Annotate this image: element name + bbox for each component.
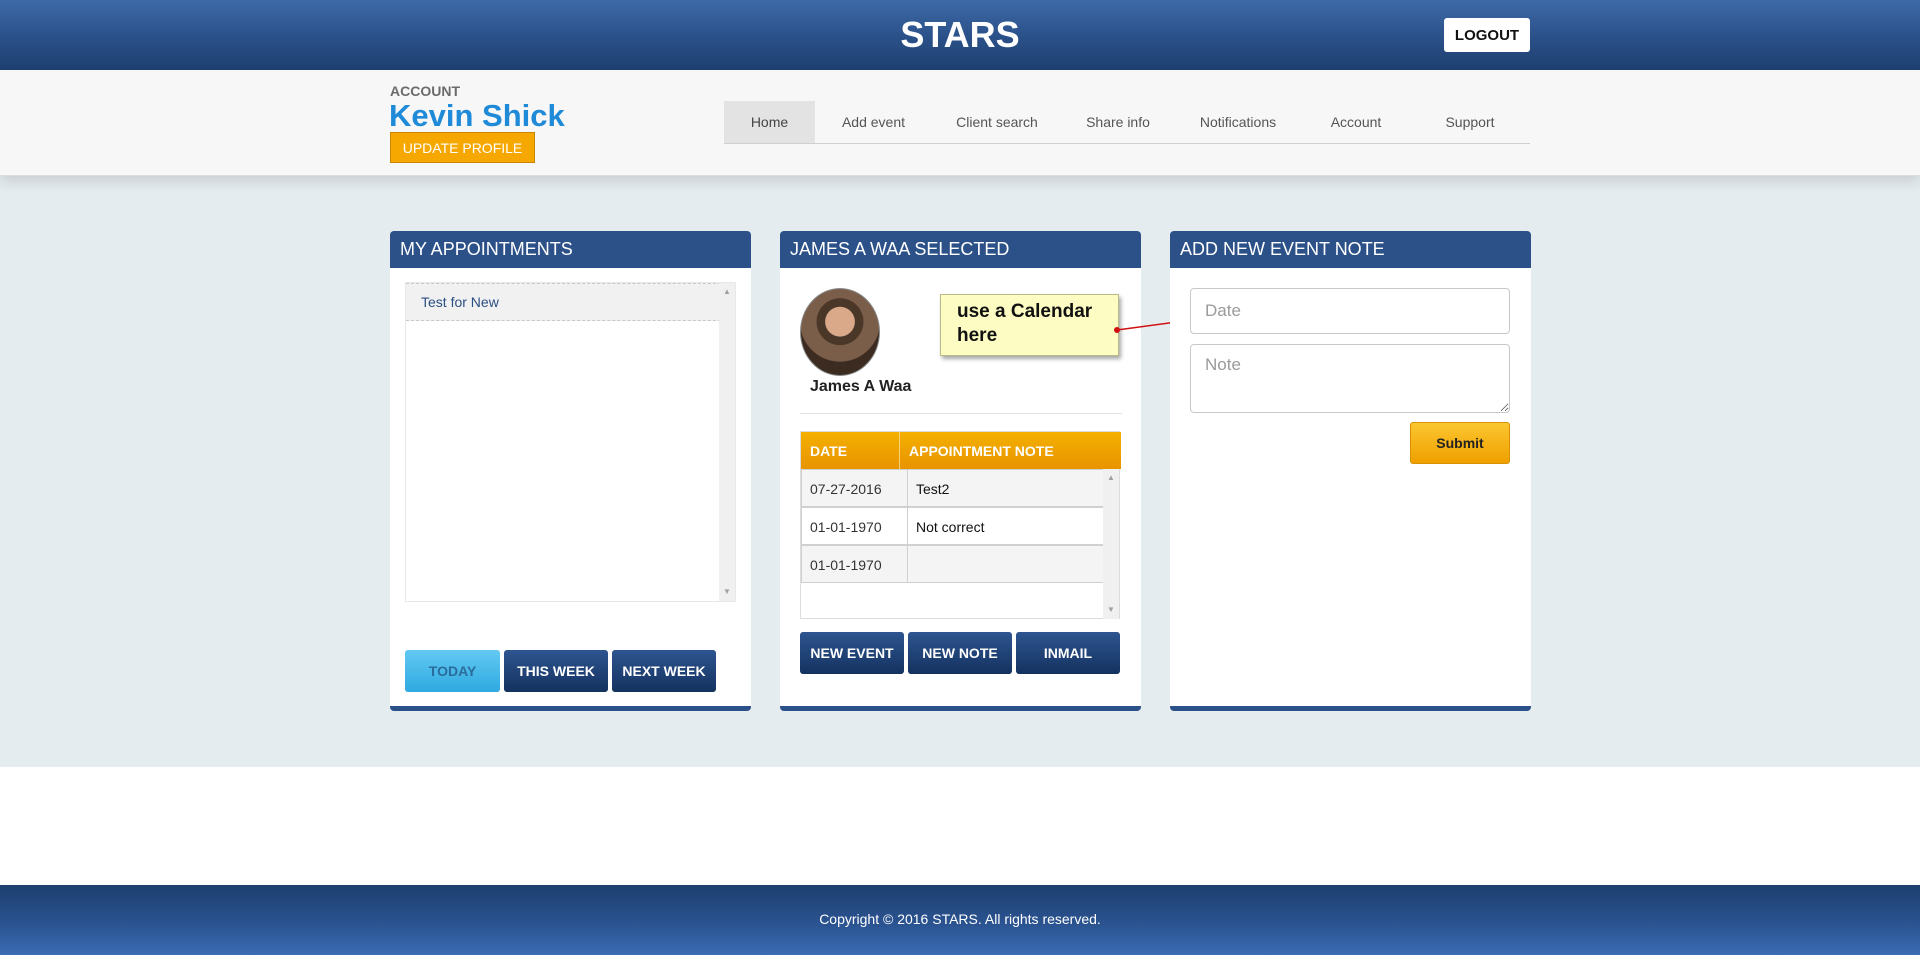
new-note-button[interactable]: NEW NOTE bbox=[908, 632, 1012, 674]
table-row[interactable]: 01-01-1970 bbox=[801, 545, 1104, 583]
appointment-notes-table: DATE APPOINTMENT NOTE 07-27-2016 Test2 0… bbox=[800, 431, 1121, 619]
main-content: MY APPOINTMENTS Test for New ▲ ▼ TODAY T… bbox=[0, 176, 1920, 767]
main-nav: Home Add event Client search Share info … bbox=[724, 101, 1530, 144]
appointments-list[interactable]: Test for New ▲ ▼ bbox=[405, 282, 736, 602]
nav-support[interactable]: Support bbox=[1410, 101, 1530, 143]
new-event-button[interactable]: NEW EVENT bbox=[800, 632, 904, 674]
copyright-text: Copyright © 2016 STARS. All rights reser… bbox=[819, 911, 1101, 927]
account-name: Kevin Shick bbox=[389, 98, 565, 133]
table-row[interactable]: 01-01-1970 Not correct bbox=[801, 507, 1104, 545]
appointment-item[interactable]: Test for New bbox=[406, 283, 721, 321]
row-note bbox=[908, 546, 1103, 582]
nav-account[interactable]: Account bbox=[1302, 101, 1410, 143]
event-note-panel: ADD NEW EVENT NOTE Submit bbox=[1170, 231, 1531, 711]
date-input[interactable] bbox=[1190, 288, 1510, 334]
scroll-down-icon[interactable]: ▼ bbox=[719, 585, 735, 599]
nav-add-event[interactable]: Add event bbox=[815, 101, 932, 143]
account-header: ACCOUNT Kevin Shick UPDATE PROFILE Home … bbox=[0, 70, 1920, 176]
update-profile-button[interactable]: UPDATE PROFILE bbox=[390, 132, 535, 163]
note-textarea[interactable] bbox=[1190, 344, 1510, 413]
note-column-header[interactable]: APPOINTMENT NOTE bbox=[900, 432, 1070, 469]
event-note-title: ADD NEW EVENT NOTE bbox=[1170, 231, 1531, 268]
footer: Copyright © 2016 STARS. All rights reser… bbox=[0, 885, 1920, 955]
client-name: James A Waa bbox=[810, 378, 912, 395]
selected-client-title: JAMES A WAA SELECTED bbox=[780, 231, 1141, 268]
table-row[interactable]: 07-27-2016 Test2 bbox=[801, 469, 1104, 507]
nav-home[interactable]: Home bbox=[724, 101, 815, 143]
table-scrollbar[interactable]: ▲ ▼ bbox=[1103, 469, 1119, 619]
this-week-button[interactable]: THIS WEEK bbox=[504, 650, 608, 692]
nav-client-search[interactable]: Client search bbox=[932, 101, 1062, 143]
account-label: ACCOUNT bbox=[390, 83, 460, 99]
row-note: Test2 bbox=[916, 481, 950, 497]
next-week-button[interactable]: NEXT WEEK bbox=[612, 650, 716, 692]
app-title: STARS bbox=[900, 14, 1020, 55]
date-column-header[interactable]: DATE bbox=[801, 432, 900, 469]
annotation-callout: use a Calendar here bbox=[940, 294, 1119, 356]
appointments-panel: MY APPOINTMENTS Test for New ▲ ▼ TODAY T… bbox=[390, 231, 751, 711]
appointments-title: MY APPOINTMENTS bbox=[390, 231, 751, 268]
nav-notifications[interactable]: Notifications bbox=[1174, 101, 1302, 143]
logout-button[interactable]: LOGOUT bbox=[1444, 18, 1530, 52]
submit-button[interactable]: Submit bbox=[1410, 422, 1510, 464]
selected-client-panel: JAMES A WAA SELECTED James A Waa use a C… bbox=[780, 231, 1192, 711]
row-date: 01-01-1970 bbox=[802, 546, 908, 582]
row-date: 07-27-2016 bbox=[802, 470, 908, 506]
client-avatar bbox=[800, 288, 880, 376]
row-note: Not correct bbox=[916, 519, 985, 535]
today-button[interactable]: TODAY bbox=[405, 650, 500, 692]
appointments-scrollbar[interactable]: ▲ ▼ bbox=[719, 283, 735, 601]
row-date: 01-01-1970 bbox=[802, 508, 908, 544]
scroll-up-icon[interactable]: ▲ bbox=[719, 285, 735, 299]
top-bar: STARS LOGOUT bbox=[0, 0, 1920, 70]
table-header: DATE APPOINTMENT NOTE bbox=[801, 432, 1121, 469]
nav-share-info[interactable]: Share info bbox=[1062, 101, 1174, 143]
scroll-down-icon[interactable]: ▼ bbox=[1103, 603, 1119, 617]
inmail-button[interactable]: INMAIL bbox=[1016, 632, 1120, 674]
scroll-up-icon[interactable]: ▲ bbox=[1103, 471, 1119, 485]
